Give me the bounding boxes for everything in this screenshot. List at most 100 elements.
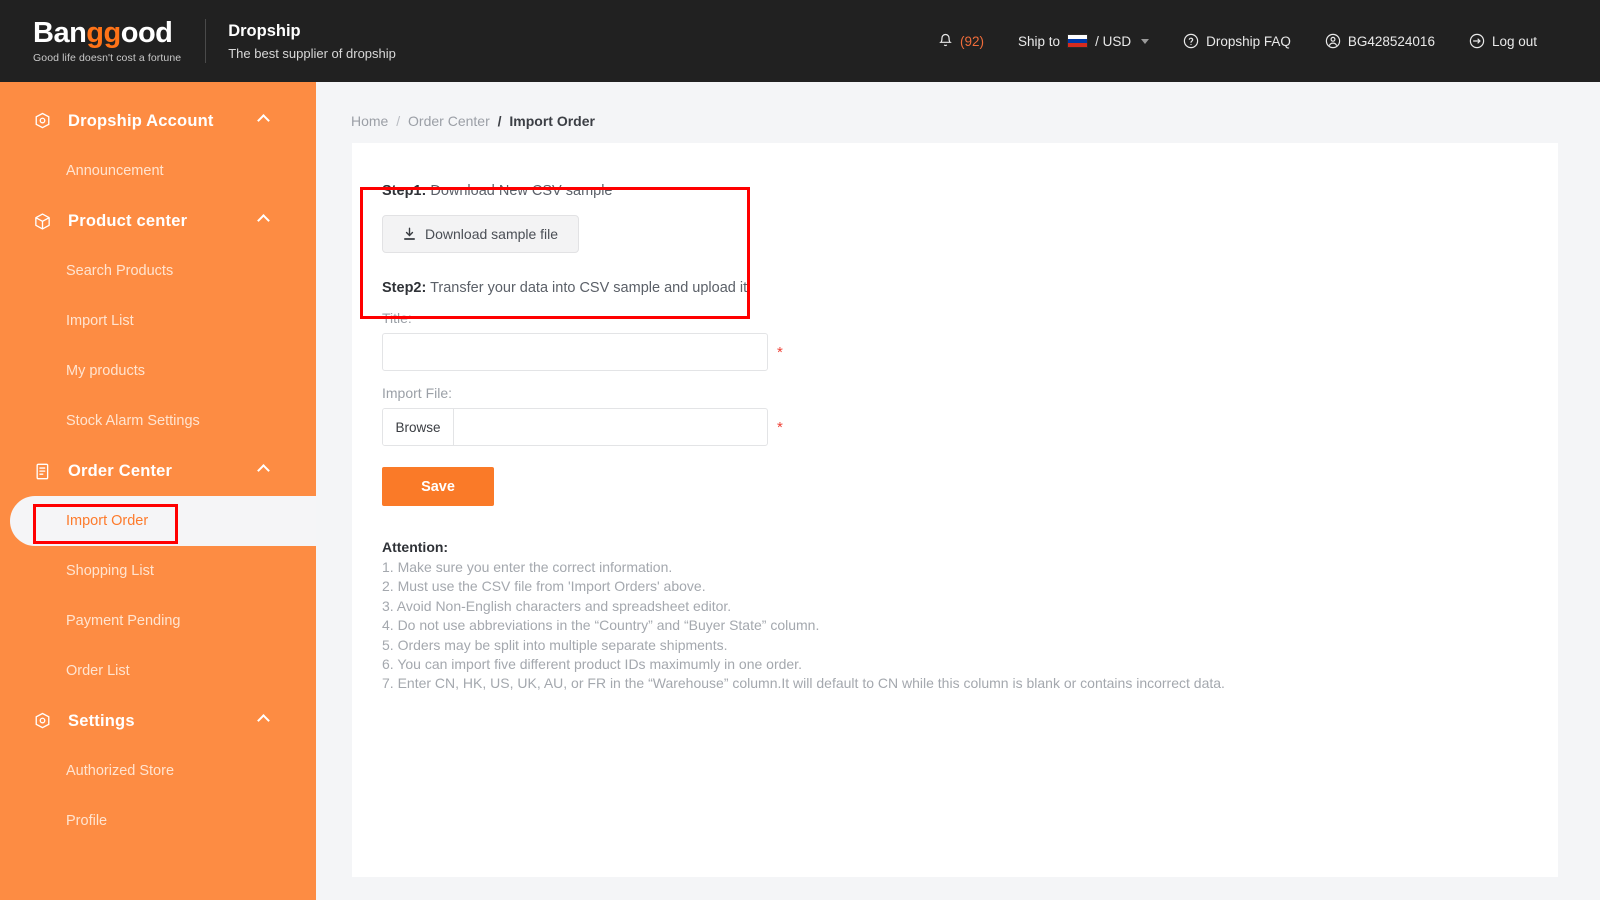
step1-text: Download New CSV sample — [426, 183, 613, 199]
gear-hex-icon — [33, 112, 59, 131]
banggood-logo[interactable]: Banggood Good life doesn't cost a fortun… — [33, 18, 182, 64]
sidebar-item-order-list[interactable]: Order List — [0, 646, 316, 696]
account-link[interactable]: BG428524016 — [1308, 33, 1452, 49]
brand-logo-block[interactable]: Banggood Good life doesn't cost a fortun… — [0, 18, 396, 64]
breadcrumb-order-center[interactable]: Order Center — [408, 113, 490, 129]
chevron-up-icon[interactable] — [257, 714, 270, 727]
sidebar-item-label: Payment Pending — [66, 613, 181, 629]
document-list-icon — [33, 462, 59, 481]
sidebar-item-label: Search Products — [66, 263, 174, 279]
logo-wordmark: Banggood — [33, 18, 181, 48]
sidebar-group-label: Dropship Account — [68, 111, 214, 130]
brand-subtitle: The best supplier of dropship — [228, 45, 396, 61]
list-item: 7. Enter CN, HK, US, UK, AU, or FR in th… — [382, 675, 1225, 692]
list-item: 3. Avoid Non-English characters and spre… — [382, 597, 732, 614]
breadcrumb-home[interactable]: Home — [351, 113, 388, 129]
sidebar-item-label: Profile — [66, 813, 108, 829]
chevron-down-icon — [1141, 38, 1150, 44]
chevron-up-icon[interactable] — [257, 464, 270, 477]
sidebar-item-label: Import Order — [66, 513, 149, 529]
import-order-card: Step1: Download New CSV sample Download … — [352, 143, 1558, 877]
list-item: 2. Must use the CSV file from 'Import Or… — [382, 578, 706, 595]
sidebar-item-label: Import List — [66, 313, 134, 329]
step1-line: Step1: Download New CSV sample — [382, 183, 1558, 199]
sidebar-group-settings[interactable]: Settings — [0, 696, 316, 746]
cube-icon — [33, 212, 59, 231]
sidebar-item-label: Order List — [66, 663, 130, 679]
breadcrumb-separator: / — [396, 113, 401, 129]
sidebar-item-authorized-store[interactable]: Authorized Store — [0, 746, 316, 796]
sidebar-group-label: Order Center — [68, 461, 173, 480]
title-field-label: Title: — [382, 310, 412, 326]
logo-tagline: Good life doesn't cost a fortune — [33, 51, 182, 64]
required-asterisk: * — [777, 343, 783, 361]
dropship-faq-link[interactable]: Dropship FAQ — [1166, 33, 1308, 49]
user-circle-icon — [1325, 33, 1341, 49]
list-item: 4. Do not use abbreviations in the “Coun… — [382, 617, 820, 634]
chevron-up-icon[interactable] — [257, 214, 270, 227]
attention-block: Attention: 1. Make sure you enter the co… — [382, 539, 1558, 694]
logo-part-3: ood — [120, 17, 173, 50]
logout-label: Log out — [1491, 33, 1537, 49]
bell-icon — [938, 33, 953, 49]
import-file-row: Browse * — [382, 408, 1558, 446]
ship-to-label: Ship to — [1018, 33, 1061, 49]
sidebar-group-order-center[interactable]: Order Center — [0, 446, 316, 496]
list-item: 1. Make sure you enter the correct infor… — [382, 559, 673, 575]
list-item: 6. You can import five different product… — [382, 656, 802, 673]
download-sample-file-button[interactable]: Download sample file — [382, 215, 580, 253]
notifications-button[interactable]: (92) — [921, 33, 1001, 49]
breadcrumb-current: Import Order — [509, 113, 595, 129]
currency-label: / USD — [1095, 33, 1132, 49]
brand-title: Dropship — [228, 22, 301, 41]
sidebar-item-announcement[interactable]: Announcement — [0, 146, 316, 196]
ship-to-selector[interactable]: Ship to / USD — [1001, 34, 1166, 49]
sidebar-item-label: Announcement — [66, 163, 164, 179]
flag-ru-icon — [1067, 34, 1089, 48]
header-right-menu: (92) Ship to / USD Dropship FAQ BG428524… — [921, 33, 1600, 49]
sidebar-item-my-products[interactable]: My products — [0, 346, 316, 396]
sidebar-group-label: Settings — [68, 711, 135, 730]
sidebar-item-stock-alarm-settings[interactable]: Stock Alarm Settings — [0, 396, 316, 446]
logo-part-1: Ban — [33, 17, 87, 50]
question-circle-icon — [1183, 33, 1199, 49]
save-button[interactable]: Save — [382, 467, 494, 506]
sidebar-item-label: Authorized Store — [66, 763, 175, 779]
import-file-label: Import File: — [382, 385, 453, 401]
logo-part-2: gg — [86, 17, 121, 50]
gear-hex-icon — [33, 712, 59, 731]
page-root: Banggood Good life doesn't cost a fortun… — [0, 0, 1600, 900]
breadcrumb-separator: / — [497, 113, 502, 129]
file-picker[interactable]: Browse — [382, 408, 768, 446]
download-icon — [403, 227, 416, 241]
header-divider — [205, 19, 207, 63]
attention-title: Attention: — [382, 539, 449, 555]
required-asterisk: * — [777, 418, 783, 436]
faq-label: Dropship FAQ — [1206, 33, 1291, 49]
sidebar-item-search-products[interactable]: Search Products — [0, 246, 316, 296]
sidebar-item-import-order[interactable]: Import Order — [10, 496, 316, 546]
notification-count: (92) — [960, 33, 985, 49]
sidebar-item-shopping-list[interactable]: Shopping List — [0, 546, 316, 596]
attention-list: 1. Make sure you enter the correct infor… — [382, 558, 1558, 694]
list-item: 5. Orders may be split into multiple sep… — [382, 636, 728, 653]
title-field-row: * — [382, 333, 1558, 371]
sidebar-item-import-list[interactable]: Import List — [0, 296, 316, 346]
download-button-label: Download sample file — [425, 226, 559, 242]
logout-button[interactable]: Log out — [1452, 33, 1554, 49]
title-input[interactable] — [382, 333, 768, 371]
sidebar-group-product-center[interactable]: Product center — [0, 196, 316, 246]
sidebar-item-label: Stock Alarm Settings — [66, 413, 200, 429]
account-id-label: BG428524016 — [1347, 33, 1435, 49]
sidebar-item-profile[interactable]: Profile — [0, 796, 316, 846]
breadcrumb: Home / Order Center / Import Order — [316, 82, 1600, 129]
browse-button[interactable]: Browse — [383, 409, 454, 445]
step2-line: Step2: Transfer your data into CSV sampl… — [382, 280, 1558, 296]
sidebar-group-dropship-account[interactable]: Dropship Account — [0, 96, 316, 146]
chevron-up-icon[interactable] — [257, 114, 270, 127]
step1-label: Step1: — [382, 183, 427, 199]
sidebar-item-label: Shopping List — [66, 563, 154, 579]
sidebar-group-label: Product center — [68, 211, 188, 230]
sidebar-item-payment-pending[interactable]: Payment Pending — [0, 596, 316, 646]
dropship-brand: Dropship The best supplier of dropship — [228, 21, 396, 60]
